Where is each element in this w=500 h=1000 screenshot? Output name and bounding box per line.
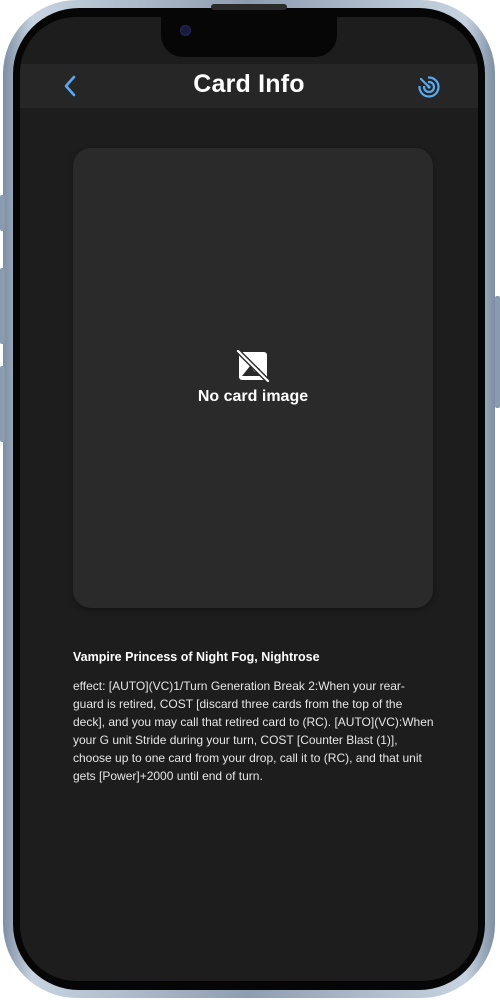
power-button xyxy=(495,296,500,408)
no-image-label: No card image xyxy=(197,388,309,405)
phone-frame: Card Info No card image Vampire Princess… xyxy=(3,0,495,998)
volume-up-button xyxy=(0,268,5,344)
speaker-grille xyxy=(211,4,287,10)
notch xyxy=(161,17,337,57)
camera-icon xyxy=(180,25,191,36)
card-image-placeholder: No card image xyxy=(73,148,433,608)
image-off-icon xyxy=(236,349,270,383)
screen: Card Info No card image Vampire Princess… xyxy=(20,17,478,981)
volume-down-button xyxy=(0,366,5,442)
page-title: Card Info xyxy=(193,70,305,98)
radar-icon xyxy=(418,76,440,98)
silent-switch xyxy=(0,195,5,231)
nav-header: Card Info xyxy=(20,64,478,108)
scan-button[interactable] xyxy=(416,74,442,100)
card-effect-text: effect: [AUTO](VC)1/Turn Generation Brea… xyxy=(73,679,434,783)
card-name: Vampire Princess of Night Fog, Nightrose xyxy=(73,650,320,664)
